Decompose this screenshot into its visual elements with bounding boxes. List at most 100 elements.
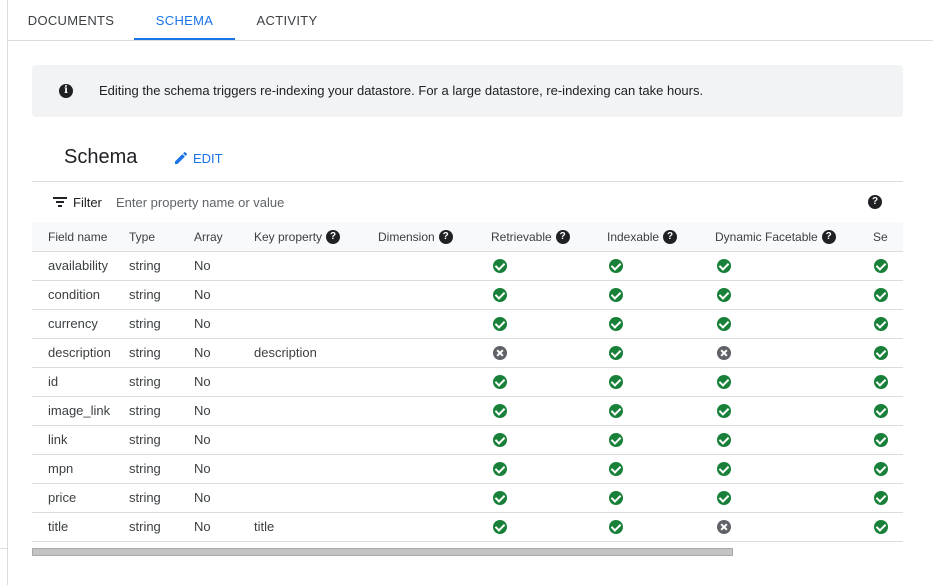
cell-type: string xyxy=(129,425,194,455)
horizontal-scrollbar[interactable] xyxy=(32,548,733,556)
tab-schema[interactable]: SCHEMA xyxy=(134,0,235,40)
check-circle-icon xyxy=(609,375,623,390)
cell-field-name: availability xyxy=(32,251,129,281)
help-icon[interactable]: ? xyxy=(555,229,570,244)
cell-array: No xyxy=(194,512,254,542)
cell-key-property: description xyxy=(254,338,378,368)
table-header-row: Field name Type Array Key property? Dime… xyxy=(32,222,903,252)
check-circle-icon xyxy=(874,259,888,274)
cell-dynamic-facetable xyxy=(715,367,873,397)
cell-searchable xyxy=(873,512,903,542)
cell-indexable xyxy=(607,512,715,542)
cell-key-property xyxy=(254,425,378,455)
cell-dynamic-facetable xyxy=(715,454,873,484)
table-row[interactable]: mpn string No xyxy=(32,454,903,484)
check-circle-icon xyxy=(493,462,507,477)
check-circle-icon xyxy=(874,491,888,506)
cell-searchable xyxy=(873,483,903,513)
col-header-type[interactable]: Type xyxy=(129,222,194,252)
table-row[interactable]: link string No xyxy=(32,425,903,455)
cell-dimension xyxy=(378,309,491,339)
pencil-icon xyxy=(175,151,188,164)
cell-key-property xyxy=(254,280,378,310)
check-circle-icon xyxy=(609,346,623,361)
cell-dimension xyxy=(378,338,491,368)
cell-type: string xyxy=(129,396,194,426)
left-divider xyxy=(7,0,8,585)
table-row[interactable]: title string No title xyxy=(32,512,903,542)
edit-label: EDIT xyxy=(193,150,223,166)
cell-array: No xyxy=(194,338,254,368)
filter-input[interactable] xyxy=(116,191,716,213)
cell-dimension xyxy=(378,367,491,397)
cell-dynamic-facetable xyxy=(715,512,873,542)
check-circle-icon xyxy=(874,288,888,303)
cell-retrievable xyxy=(491,338,607,368)
help-icon[interactable]: ? xyxy=(438,229,453,244)
help-icon[interactable]: ? xyxy=(663,229,678,244)
col-header-indexable[interactable]: Indexable? xyxy=(607,222,715,252)
col-header-key-property[interactable]: Key property? xyxy=(254,222,378,252)
cell-field-name: mpn xyxy=(32,454,129,484)
cell-retrievable xyxy=(491,454,607,484)
col-header-field-name[interactable]: Field name xyxy=(32,222,129,252)
cell-searchable xyxy=(873,367,903,397)
table-row[interactable]: description string No description xyxy=(32,338,903,368)
cell-dimension xyxy=(378,280,491,310)
filter-help-icon[interactable]: ? xyxy=(868,195,882,209)
check-circle-icon xyxy=(874,404,888,419)
help-icon[interactable]: ? xyxy=(821,229,836,244)
reindex-info-banner: i Editing the schema triggers re-indexin… xyxy=(32,65,903,117)
tab-activity[interactable]: ACTIVITY xyxy=(235,0,339,40)
filter-icon[interactable] xyxy=(53,196,67,208)
check-circle-icon xyxy=(609,288,623,303)
table-row[interactable]: condition string No xyxy=(32,280,903,310)
cell-dynamic-facetable xyxy=(715,483,873,513)
check-circle-icon xyxy=(493,375,507,390)
cell-retrievable xyxy=(491,512,607,542)
check-circle-icon xyxy=(717,433,731,448)
cell-type: string xyxy=(129,309,194,339)
check-circle-icon xyxy=(609,259,623,274)
col-header-retrievable[interactable]: Retrievable? xyxy=(491,222,607,252)
col-header-array[interactable]: Array xyxy=(194,222,254,252)
cell-searchable xyxy=(873,425,903,455)
table-row[interactable]: image_link string No xyxy=(32,396,903,426)
filter-label: Filter xyxy=(73,195,102,210)
help-icon[interactable]: ? xyxy=(326,229,341,244)
cell-searchable xyxy=(873,280,903,310)
check-circle-icon xyxy=(717,259,731,274)
col-header-dynamic-facetable[interactable]: Dynamic Facetable? xyxy=(715,222,873,252)
cell-retrievable xyxy=(491,483,607,513)
col-header-searchable[interactable]: Se xyxy=(873,222,903,252)
cell-array: No xyxy=(194,483,254,513)
cancel-circle-icon xyxy=(493,346,507,361)
cell-retrievable xyxy=(491,367,607,397)
page-title: Schema xyxy=(64,146,138,168)
cell-type: string xyxy=(129,512,194,542)
cell-array: No xyxy=(194,309,254,339)
table-row[interactable]: id string No xyxy=(32,367,903,397)
cell-field-name: id xyxy=(32,367,129,397)
table-row[interactable]: price string No xyxy=(32,483,903,513)
cell-retrievable xyxy=(491,280,607,310)
col-header-dimension[interactable]: Dimension? xyxy=(378,222,491,252)
cell-indexable xyxy=(607,367,715,397)
cell-dynamic-facetable xyxy=(715,309,873,339)
tab-documents[interactable]: DOCUMENTS xyxy=(8,0,134,40)
edit-button[interactable]: EDIT xyxy=(173,148,223,168)
cell-searchable xyxy=(873,454,903,484)
check-circle-icon xyxy=(609,433,623,448)
cell-key-property xyxy=(254,367,378,397)
cell-array: No xyxy=(194,280,254,310)
cell-key-property xyxy=(254,454,378,484)
cell-retrievable xyxy=(491,396,607,426)
cell-dimension xyxy=(378,425,491,455)
cell-indexable xyxy=(607,454,715,484)
table-row[interactable]: currency string No xyxy=(32,309,903,339)
table-row[interactable]: availability string No xyxy=(32,251,903,281)
schema-table-container: Field name Type Array Key property? Dime… xyxy=(32,222,903,542)
cell-searchable xyxy=(873,338,903,368)
cell-indexable xyxy=(607,251,715,281)
cell-retrievable xyxy=(491,309,607,339)
